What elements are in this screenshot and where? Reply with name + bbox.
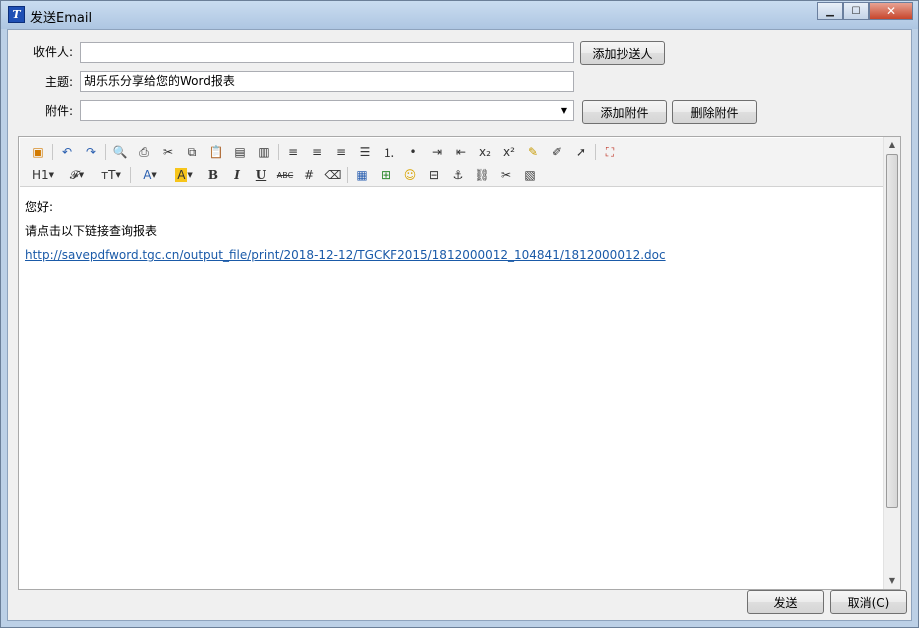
anchor-icon[interactable]: ⚓ (446, 165, 470, 185)
font-size-dropdown[interactable]: тT ▼ (94, 165, 128, 185)
eraser-icon[interactable]: ⌫ (321, 165, 345, 185)
delete-attachment-button[interactable]: 删除附件 (672, 100, 757, 124)
email-window: T 发送Email ▁ ☐ ✕ 收件人: 添加抄送人 主题: 胡乐乐分享给您的W… (0, 0, 919, 628)
message-editor[interactable]: ▣ ↶ ↷ 🔍 ⎙ ✂ ⧉ 📋 ▤ ▥ ≡ ≡ ≡ ☰ ⒈ • ⇥ ⇤ x₂ x… (18, 136, 901, 590)
page-break-icon[interactable]: ⊟ (422, 165, 446, 185)
copy-icon[interactable]: ⧉ (180, 142, 204, 162)
font-color-button[interactable]: A ▼ (133, 165, 167, 185)
title-bar[interactable]: T 发送Email ▁ ☐ ✕ (1, 1, 918, 29)
window-controls: ▁ ☐ ✕ (817, 2, 913, 20)
heading-dropdown[interactable]: H1 ▼ (26, 165, 60, 185)
fullscreen-icon[interactable]: ⛶ (598, 142, 622, 162)
greeting-text: 您好: (25, 200, 54, 214)
toolbar-row-2: H1 ▼ 𝓕 ▼ тT ▼ A ▼ A ▼ B I U ABC # ⌫ ▦ ⊞ ☺ (26, 164, 542, 186)
message-content[interactable]: 您好: 请点击以下链接查询报表 http://savepdfword.tgc.c… (25, 195, 885, 267)
superscript-icon[interactable]: x² (497, 142, 521, 162)
subject-label: 主题: (44, 75, 73, 89)
paste-text-icon[interactable]: ▤ (228, 142, 252, 162)
attachment-label: 附件: (44, 104, 73, 118)
subject-input[interactable]: 胡乐乐分享给您的Word报表 (80, 71, 574, 92)
attachment-select[interactable]: ▼ (80, 100, 574, 121)
chevron-down-icon[interactable]: ▼ (557, 103, 571, 118)
font-family-label: 𝓕 (69, 167, 79, 182)
align-center-icon[interactable]: ≡ (305, 142, 329, 162)
maximize-button[interactable]: ☐ (843, 2, 869, 20)
align-left-icon[interactable]: ≡ (281, 142, 305, 162)
insert-table-icon[interactable]: ▦ (350, 165, 374, 185)
scroll-down-icon[interactable]: ▼ (884, 573, 900, 589)
bold-button[interactable]: B (201, 165, 225, 185)
font-family-dropdown[interactable]: 𝓕 ▼ (60, 165, 94, 185)
font-size-label: тT (101, 168, 116, 182)
editor-scrollbar[interactable]: ▲ ▼ (883, 137, 900, 589)
recipient-label: 收件人: (32, 45, 73, 59)
heading-label: H1 (31, 168, 49, 182)
italic-label: I (234, 168, 240, 182)
add-cc-button[interactable]: 添加抄送人 (580, 41, 665, 65)
dialog-body: 收件人: 添加抄送人 主题: 胡乐乐分享给您的Word报表 附件: ▼ 添加附件… (7, 29, 912, 621)
insert-image-icon[interactable]: ▣ (26, 142, 50, 162)
toolbar-separator (130, 167, 131, 183)
subscript-icon[interactable]: x₂ (473, 142, 497, 162)
chevron-down-icon: ▼ (48, 171, 55, 179)
close-icon: ✕ (885, 4, 897, 18)
chevron-down-icon: ▼ (151, 171, 157, 179)
toolbar-separator (595, 144, 596, 160)
clear-format-icon[interactable]: ✎ (521, 142, 545, 162)
border-icon[interactable]: # (297, 165, 321, 185)
report-link[interactable]: http://savepdfword.tgc.cn/output_file/pr… (25, 248, 666, 262)
strikethrough-button[interactable]: ABC (273, 165, 297, 185)
instruction-text: 请点击以下链接查询报表 (25, 224, 158, 238)
paste-word-icon[interactable]: ▥ (252, 142, 276, 162)
unlink-icon[interactable]: ✂ (494, 165, 518, 185)
preview-icon[interactable]: 🔍 (108, 142, 132, 162)
toolbar-separator (52, 144, 53, 160)
recipient-input[interactable] (80, 42, 574, 63)
window-title: 发送Email (30, 11, 93, 26)
close-button[interactable]: ✕ (869, 2, 913, 20)
undo-icon[interactable]: ↶ (55, 142, 79, 162)
send-button[interactable]: 发送 (747, 590, 824, 614)
strikethrough-label: ABC (276, 170, 294, 180)
emoticon-icon[interactable]: ☺ (398, 165, 422, 185)
cut-icon[interactable]: ✂ (156, 142, 180, 162)
source-code-icon[interactable]: ▧ (518, 165, 542, 185)
format-painter-icon[interactable]: ✐ (545, 142, 569, 162)
underline-button[interactable]: U (249, 165, 273, 185)
paste-icon[interactable]: 📋 (204, 142, 228, 162)
select-all-icon[interactable]: ➚ (569, 142, 593, 162)
highlight-color-button[interactable]: A ▼ (167, 165, 201, 185)
toolbar-separator (105, 144, 106, 160)
scroll-up-icon[interactable]: ▲ (884, 137, 900, 153)
outdent-icon[interactable]: ⇤ (449, 142, 473, 162)
minimize-icon: ▁ (826, 5, 834, 17)
italic-button[interactable]: I (225, 165, 249, 185)
scroll-thumb[interactable] (886, 154, 898, 508)
chevron-down-icon: ▼ (187, 171, 193, 179)
redo-icon[interactable]: ↷ (79, 142, 103, 162)
chevron-down-icon: ▼ (115, 171, 121, 179)
font-color-label: A (143, 168, 152, 182)
align-right-icon[interactable]: ≡ (329, 142, 353, 162)
underline-label: U (255, 168, 267, 182)
maximize-icon: ☐ (851, 5, 861, 17)
toolbar-separator (347, 167, 348, 183)
print-icon[interactable]: ⎙ (132, 142, 156, 162)
toolbar-row-1: ▣ ↶ ↷ 🔍 ⎙ ✂ ⧉ 📋 ▤ ▥ ≡ ≡ ≡ ☰ ⒈ • ⇥ ⇤ x₂ x… (26, 141, 622, 163)
bold-label: B (207, 168, 219, 182)
insert-row-icon[interactable]: ⊞ (374, 165, 398, 185)
minimize-button[interactable]: ▁ (817, 2, 843, 20)
add-attachment-button[interactable]: 添加附件 (582, 100, 667, 124)
unordered-list-icon[interactable]: • (401, 142, 425, 162)
editor-toolbar: ▣ ↶ ↷ 🔍 ⎙ ✂ ⧉ 📋 ▤ ▥ ≡ ≡ ≡ ☰ ⒈ • ⇥ ⇤ x₂ x… (20, 138, 888, 187)
highlight-label: A (175, 168, 188, 182)
toolbar-separator (278, 144, 279, 160)
ordered-list-icon[interactable]: ⒈ (377, 142, 401, 162)
app-icon: T (8, 6, 25, 23)
chevron-down-icon: ▼ (78, 171, 85, 179)
link-icon[interactable]: ⛓ (470, 165, 494, 185)
align-justify-icon[interactable]: ☰ (353, 142, 377, 162)
indent-icon[interactable]: ⇥ (425, 142, 449, 162)
cancel-button[interactable]: 取消(C) (830, 590, 907, 614)
